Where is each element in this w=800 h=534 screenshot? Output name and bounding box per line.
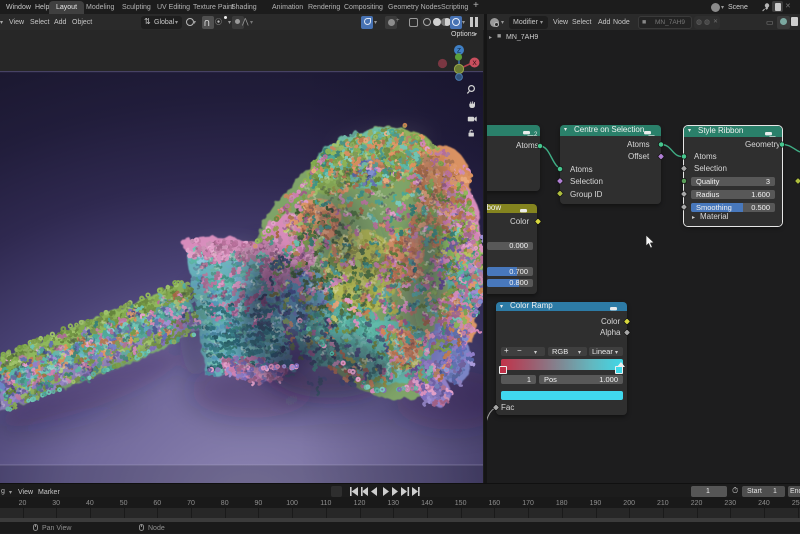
svg-text:X: X — [472, 60, 477, 67]
svg-text:Z: Z — [457, 48, 461, 55]
